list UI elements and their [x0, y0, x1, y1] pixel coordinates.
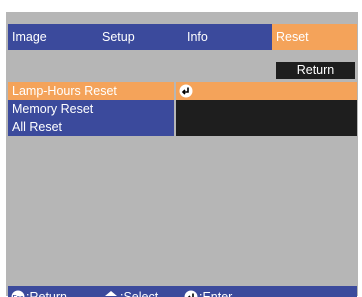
- return-button[interactable]: Return: [276, 62, 355, 79]
- tab-info[interactable]: Info: [183, 24, 269, 50]
- hint-return: Esc :Return: [11, 286, 67, 297]
- tab-setup[interactable]: Setup: [98, 24, 178, 50]
- tab-image[interactable]: Image: [8, 24, 88, 50]
- footer-hints: Esc :Return :Select :Enter: [8, 286, 357, 297]
- enter-icon: [184, 290, 198, 297]
- value-panel: [176, 82, 357, 136]
- value-row-highlight[interactable]: [176, 82, 357, 100]
- tab-reset[interactable]: Reset: [272, 24, 357, 50]
- tab-bar: Image Setup Info Reset: [8, 24, 357, 50]
- hint-select-label: :Select: [120, 290, 159, 297]
- hint-enter-label: :Enter: [199, 290, 233, 297]
- menu-item-all-reset[interactable]: All Reset: [8, 118, 174, 136]
- up-down-arrow-icon: [105, 291, 117, 296]
- reset-menu: Lamp-Hours Reset Memory Reset All Reset: [8, 82, 174, 136]
- projector-menu-screen: Image Setup Info Reset Return Lamp-Hours…: [6, 12, 358, 297]
- enter-icon: [179, 84, 193, 98]
- esc-icon: Esc: [11, 290, 25, 297]
- hint-select: :Select: [103, 286, 158, 297]
- hint-enter: :Enter: [184, 286, 232, 297]
- hint-return-label: :Return: [26, 290, 67, 297]
- menu-item-memory-reset[interactable]: Memory Reset: [8, 100, 174, 118]
- menu-item-lamp-hours-reset[interactable]: Lamp-Hours Reset: [8, 82, 174, 100]
